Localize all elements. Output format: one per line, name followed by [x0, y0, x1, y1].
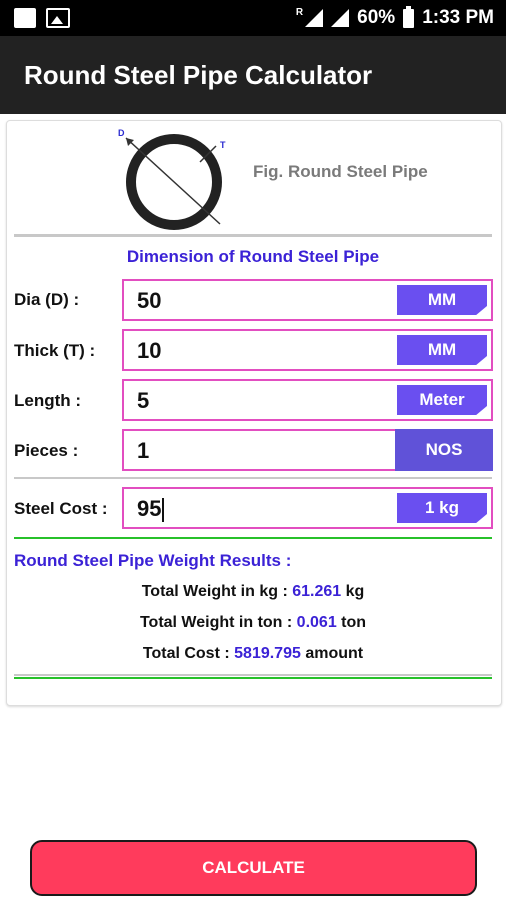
image-notification-icon — [46, 8, 70, 28]
app-bar: Round Steel Pipe Calculator — [0, 36, 506, 114]
divider-green — [14, 677, 492, 679]
results-title: Round Steel Pipe Weight Results : — [14, 551, 292, 570]
dia-label: Dia (D) : — [14, 290, 80, 309]
length-unit-button[interactable]: Meter — [397, 385, 487, 415]
clock: 1:33 PM — [422, 7, 494, 28]
pieces-unit-label: NOS — [395, 429, 493, 471]
notification-icon — [14, 8, 36, 28]
result-weight-kg: Total Weight in kg : 61.261 kg — [141, 583, 365, 600]
battery-icon — [403, 5, 415, 28]
length-input[interactable]: 5 — [137, 388, 149, 414]
thick-field[interactable]: 10 MM — [122, 329, 493, 371]
dimension-title: Dimension of Round Steel Pipe — [126, 247, 380, 266]
thick-input[interactable]: 10 — [137, 338, 161, 364]
app-title: Round Steel Pipe Calculator — [24, 60, 373, 90]
pieces-input[interactable]: 1 — [137, 438, 149, 464]
divider-green — [14, 537, 492, 539]
figure-label-t: T — [220, 140, 226, 150]
steel-cost-input[interactable]: 95 — [137, 496, 165, 523]
text-cursor — [162, 498, 165, 523]
divider — [14, 234, 492, 237]
figure-caption: Fig. Round Steel Pipe — [253, 162, 428, 181]
divider — [14, 477, 492, 479]
steel-cost-field[interactable]: 95 1 kg — [122, 487, 493, 529]
battery-percent: 60% — [357, 7, 396, 28]
thick-label: Thick (T) : — [14, 341, 96, 360]
length-field[interactable]: 5 Meter — [122, 379, 493, 421]
weight-ton-value: 0.061 — [296, 614, 337, 631]
total-cost-value: 5819.795 — [234, 645, 301, 662]
pieces-label: Pieces : — [14, 441, 79, 460]
divider — [14, 674, 492, 676]
result-weight-ton: Total Weight in ton : 0.061 ton — [139, 614, 367, 631]
signal-icon-2 — [331, 9, 350, 27]
figure-label-d: D — [118, 128, 125, 138]
thick-unit-button[interactable]: MM — [397, 335, 487, 365]
roaming-indicator: R — [295, 7, 304, 18]
pieces-field[interactable]: 1 NOS — [122, 429, 493, 471]
status-bar: R 60% 1:33 PM — [0, 0, 506, 36]
signal-icon — [305, 9, 324, 27]
calculate-button[interactable]: CALCULATE — [30, 840, 477, 896]
result-total-cost: Total Cost : 5819.795 amount — [142, 645, 364, 662]
steel-cost-unit-button[interactable]: 1 kg — [397, 493, 487, 523]
steel-cost-label: Steel Cost : — [14, 499, 108, 518]
dia-unit-button[interactable]: MM — [397, 285, 487, 315]
dia-input[interactable]: 50 — [137, 288, 161, 314]
dia-field[interactable]: 50 MM — [122, 279, 493, 321]
weight-kg-value: 61.261 — [292, 583, 342, 600]
pipe-figure-icon: D T — [118, 128, 226, 230]
length-label: Length : — [14, 391, 82, 410]
